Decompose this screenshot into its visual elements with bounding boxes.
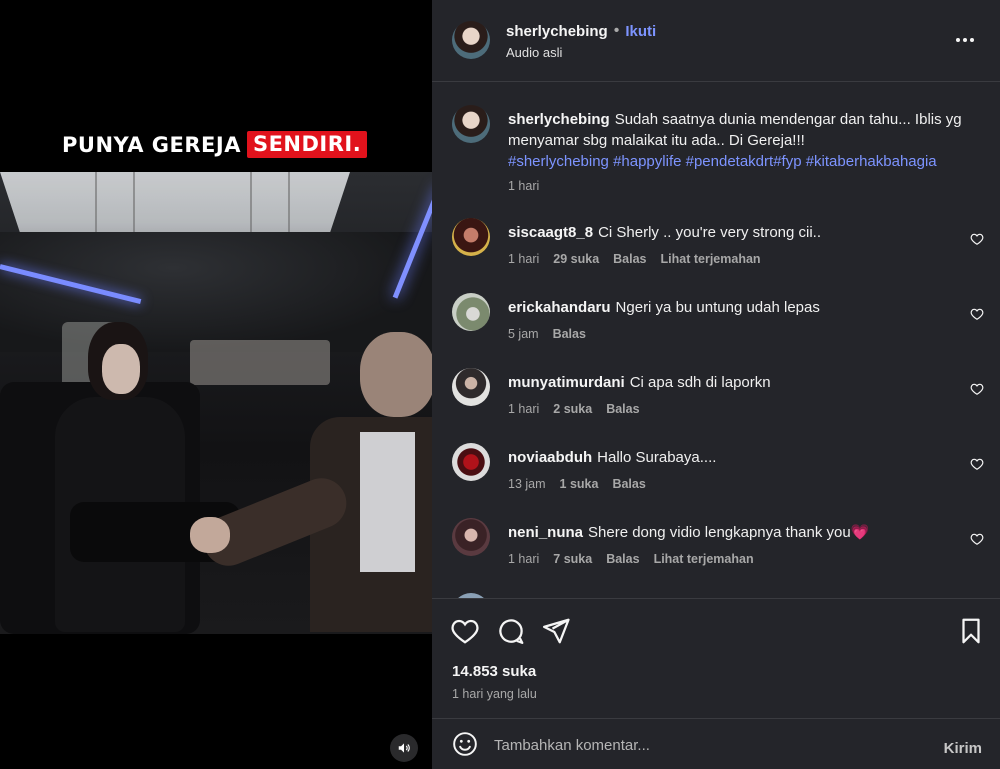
comment-username[interactable]: neni_nuna — [508, 524, 583, 541]
comment-meta: 13 jam 1 suka Balas — [508, 477, 646, 491]
caption-text: sherlychebing Sudah saatnya dunia mendeng… — [508, 109, 978, 172]
send-icon[interactable] — [541, 616, 571, 646]
avatar[interactable] — [452, 218, 490, 256]
comment-meta: 1 hari 2 suka Balas — [508, 402, 640, 416]
follow-button[interactable]: Ikuti — [625, 23, 656, 40]
comment-username[interactable]: noviaabduh — [508, 449, 592, 466]
comment-meta: 1 hari 29 suka Balas Lihat terjemahan — [508, 252, 761, 266]
heart-icon[interactable] — [970, 232, 984, 246]
reply-button[interactable]: Balas — [606, 402, 639, 416]
reply-button[interactable]: Balas — [613, 252, 646, 266]
reply-button[interactable]: Balas — [553, 327, 586, 341]
comment-likes[interactable]: 1 suka — [560, 477, 599, 491]
smiley-icon[interactable] — [452, 731, 478, 757]
comment-input[interactable] — [494, 733, 914, 757]
man-figure — [190, 322, 432, 632]
avatar[interactable] — [452, 518, 490, 556]
avatar[interactable] — [452, 21, 490, 59]
comment-text: Hallo Surabaya.... — [597, 449, 717, 466]
comment-text: Shere dong vidio lengkapnya thank you — [588, 524, 851, 541]
heart-icon[interactable] — [970, 457, 984, 471]
comment-likes[interactable]: 2 suka — [553, 402, 592, 416]
heart-icon[interactable] — [970, 382, 984, 396]
more-options-button[interactable] — [952, 30, 978, 50]
likes-count[interactable]: 14.853 suka — [452, 663, 536, 680]
caption-hashtags[interactable]: #sherlychebing #happylife #pendetakdrt#f… — [508, 153, 937, 170]
video-frame[interactable] — [0, 172, 432, 634]
see-translation-button[interactable]: Lihat terjemahan — [661, 252, 761, 266]
reply-button[interactable]: Balas — [606, 552, 639, 566]
comments-list[interactable]: sherlychebing Sudah saatnya dunia mendeng… — [432, 83, 1000, 598]
comment-icon[interactable] — [496, 616, 526, 646]
avatar[interactable] — [452, 368, 490, 406]
video-player[interactable]: PUNYA GEREJA SENDIRI. — [0, 0, 432, 769]
heart-icon[interactable] — [450, 616, 480, 646]
caption-username[interactable]: sherlychebing — [508, 111, 610, 128]
comment-time[interactable]: 1 hari — [508, 252, 539, 266]
reply-button[interactable]: Balas — [612, 477, 645, 491]
caption-meta: 1 hari — [508, 179, 539, 193]
post-author-username[interactable]: sherlychebing — [506, 23, 608, 40]
separator-dot: • — [613, 22, 620, 39]
post-timestamp[interactable]: 1 hari yang lalu — [452, 687, 537, 701]
more-horizontal-icon — [956, 38, 960, 42]
comment-username[interactable]: erickahandaru — [508, 299, 611, 316]
comment-meta: 5 jam Balas — [508, 327, 586, 341]
heart-icon[interactable] — [970, 532, 984, 546]
video-caption-text: PUNYA GEREJA — [62, 132, 241, 157]
post-side-panel: sherlychebing • Ikuti Audio asli sherlyc… — [432, 0, 1000, 769]
comment-meta: 1 hari 7 suka Balas Lihat terjemahan — [508, 552, 754, 566]
caption-time[interactable]: 1 hari — [508, 179, 539, 193]
comment-username[interactable]: siscaagt8_8 — [508, 224, 593, 241]
bookmark-icon[interactable] — [956, 616, 986, 646]
comment-text: Ngeri ya bu untung udah lepas — [615, 299, 820, 316]
heart-icon[interactable] — [970, 307, 984, 321]
avatar[interactable] — [452, 443, 490, 481]
video-caption: PUNYA GEREJA SENDIRI. — [62, 131, 368, 158]
woman-figure — [30, 322, 185, 632]
comment-likes[interactable]: 29 suka — [553, 252, 599, 266]
comment-username[interactable]: munyatimurdani — [508, 374, 625, 391]
video-caption-highlight: SENDIRI. — [246, 131, 368, 158]
post-header: sherlychebing • Ikuti Audio asli — [432, 0, 1000, 82]
audio-label[interactable]: Audio asli — [506, 45, 562, 60]
comment-text: Ci apa sdh di laporkn — [629, 374, 771, 391]
post-actions-bar: 14.853 suka 1 hari yang lalu — [432, 598, 1000, 718]
speaker-icon — [398, 743, 410, 753]
comment-time[interactable]: 1 hari — [508, 552, 539, 566]
see-translation-button[interactable]: Lihat terjemahan — [654, 552, 754, 566]
heart-emoji: 💗 — [850, 524, 870, 541]
avatar[interactable] — [452, 293, 490, 331]
comment-time[interactable]: 1 hari — [508, 402, 539, 416]
avatar[interactable] — [452, 105, 490, 143]
comment-composer: Kirim — [432, 718, 1000, 769]
comment-time[interactable]: 5 jam — [508, 327, 539, 341]
send-comment-button[interactable]: Kirim — [944, 740, 982, 757]
mute-button[interactable] — [390, 734, 418, 762]
comment-text: Ci Sherly .. you're very strong cii.. — [598, 224, 822, 241]
comment-likes[interactable]: 7 suka — [553, 552, 592, 566]
comment-time[interactable]: 13 jam — [508, 477, 546, 491]
